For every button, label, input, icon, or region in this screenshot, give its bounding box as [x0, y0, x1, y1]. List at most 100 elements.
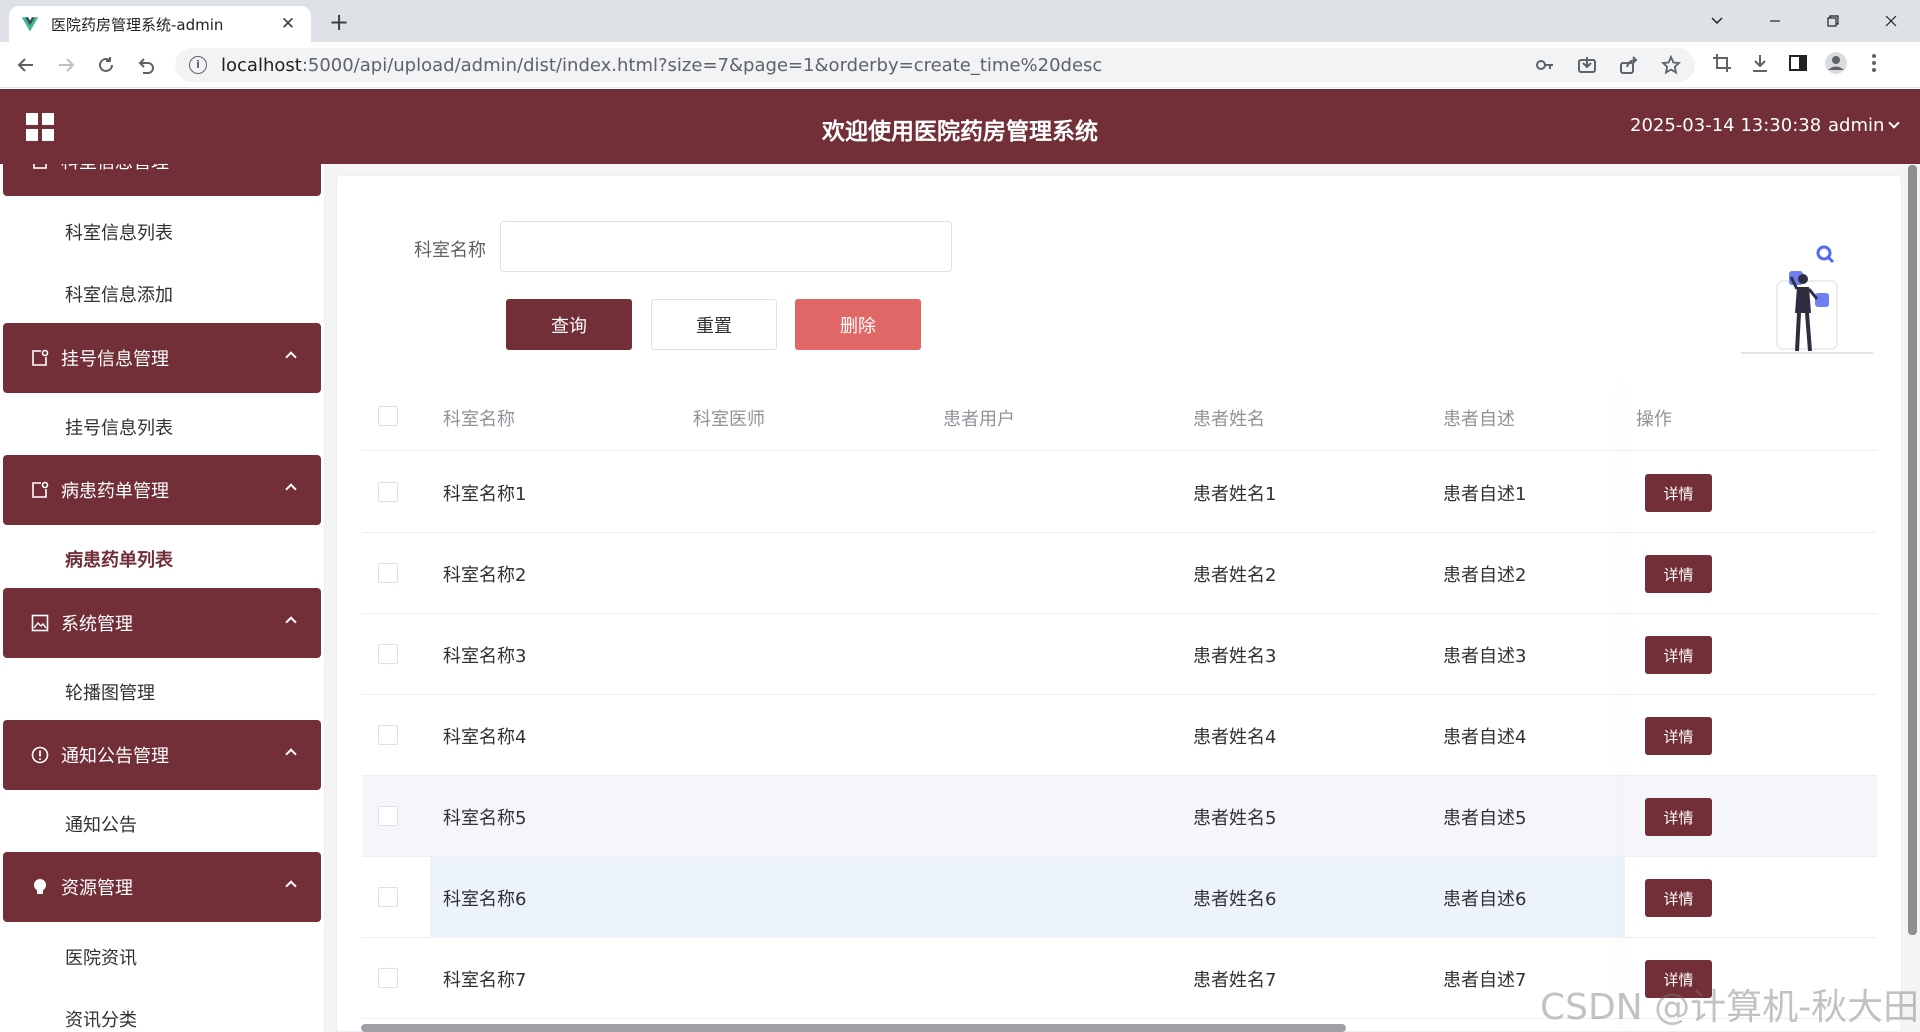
sidebar-item-registration-list[interactable]: 挂号信息列表 — [65, 414, 173, 440]
detail-button[interactable]: 详情 — [1645, 555, 1712, 593]
sidebar-item-prescription-list[interactable]: 病患药单列表 — [65, 546, 173, 572]
sidebar-item-department-list[interactable]: 科室信息列表 — [65, 219, 173, 245]
row-checkbox[interactable] — [378, 644, 398, 664]
chevron-up-icon — [285, 351, 297, 363]
lightbulb-icon — [31, 878, 49, 896]
sidebar-group-label: 通知公告管理 — [61, 746, 169, 767]
column-header[interactable]: 患者自述 — [1443, 405, 1515, 431]
cell-department: 科室名称3 — [443, 646, 527, 667]
browser-tab[interactable]: 医院药房管理系统-admin ✕ — [9, 6, 311, 42]
new-tab-icon[interactable]: + — [325, 9, 353, 37]
cell-department: 科室名称4 — [443, 727, 527, 748]
detail-button[interactable]: 详情 — [1645, 717, 1712, 755]
share-icon[interactable] — [1617, 53, 1641, 77]
user-dropdown[interactable]: admin — [1828, 115, 1898, 136]
cell-department: 科室名称2 — [443, 565, 527, 586]
cell-department: 科室名称7 — [443, 970, 527, 991]
sidebar-group-registration[interactable]: 挂号信息管理 — [3, 323, 321, 393]
select-all-checkbox[interactable] — [378, 406, 398, 426]
sidebar-item-department-add[interactable]: 科室信息添加 — [65, 281, 173, 307]
detail-button[interactable]: 详情 — [1645, 879, 1712, 917]
tab-search-icon[interactable] — [1688, 0, 1746, 42]
row-checkbox[interactable] — [378, 563, 398, 583]
table-row[interactable]: 科室名称2 患者姓名2 患者自述2 详情 — [362, 533, 1877, 614]
tab-title: 医院药房管理系统-admin — [51, 15, 224, 34]
table-header: 科室名称 科室医师 患者用户 患者姓名 患者自述 操作 — [362, 381, 1877, 451]
undo-icon[interactable] — [130, 49, 162, 81]
sidebar-group-prescription[interactable]: 病患药单管理 — [3, 455, 321, 525]
detail-button[interactable]: 详情 — [1645, 474, 1712, 512]
doc-plus-icon — [31, 349, 49, 367]
reload-icon[interactable] — [90, 49, 122, 81]
column-header[interactable]: 科室名称 — [443, 405, 515, 431]
site-info-icon[interactable]: i — [189, 56, 207, 74]
image-icon — [31, 614, 49, 632]
sidebar-item-notice[interactable]: 通知公告 — [65, 811, 137, 837]
chevron-up-icon — [285, 616, 297, 628]
table-row[interactable]: 科室名称1 患者姓名1 患者自述1 详情 — [362, 452, 1877, 533]
chevron-up-icon — [285, 748, 297, 760]
key-icon[interactable] — [1533, 53, 1557, 77]
column-header[interactable]: 科室医师 — [693, 405, 765, 431]
bookmark-star-icon[interactable] — [1659, 53, 1683, 77]
department-name-input[interactable] — [500, 221, 952, 272]
cell-patient-desc: 患者自述7 — [1443, 970, 1527, 991]
row-checkbox[interactable] — [378, 887, 398, 907]
search-label: 科室名称 — [414, 240, 486, 261]
table-row[interactable]: 科室名称4 患者姓名4 患者自述4 详情 — [362, 695, 1877, 776]
column-header: 操作 — [1636, 409, 1672, 430]
sidebar-group-notice[interactable]: 通知公告管理 — [3, 720, 321, 790]
cell-department: 科室名称6 — [443, 889, 527, 910]
download-icon[interactable] — [1748, 51, 1772, 75]
url-text: localhost:5000/api/upload/admin/dist/ind… — [221, 55, 1102, 76]
row-checkbox[interactable] — [378, 725, 398, 745]
side-panel-icon[interactable] — [1786, 51, 1810, 75]
warning-circle-icon — [31, 746, 49, 764]
row-checkbox[interactable] — [378, 968, 398, 988]
table-row[interactable]: 科室名称3 患者姓名3 患者自述3 详情 — [362, 614, 1877, 695]
back-icon[interactable] — [10, 49, 42, 81]
delete-button[interactable]: 删除 — [795, 299, 921, 350]
forward-icon[interactable] — [50, 49, 82, 81]
sidebar-group-label: 科室信息管理 — [61, 164, 169, 174]
app-header: 欢迎使用医院药房管理系统 2025-03-14 13:30:38 admin — [0, 89, 1920, 164]
detail-button[interactable]: 详情 — [1645, 636, 1712, 674]
detail-button[interactable]: 详情 — [1645, 798, 1712, 836]
vertical-scrollbar[interactable] — [1908, 165, 1917, 935]
url-host: localhost — [221, 54, 302, 76]
horizontal-scrollbar[interactable] — [361, 1024, 1346, 1032]
sidebar-item-carousel[interactable]: 轮播图管理 — [65, 679, 155, 705]
table-row[interactable]: 科室名称5 患者姓名5 患者自述5 详情 — [362, 776, 1877, 857]
table-row[interactable]: 科室名称6 患者姓名6 患者自述6 详情 — [362, 857, 1877, 938]
sidebar: 科室信息管理 科室信息列表 科室信息添加 挂号信息管理 挂号信息列表 病患药单管… — [0, 164, 325, 1032]
cell-department: 科室名称1 — [443, 484, 527, 505]
restore-icon[interactable] — [1804, 0, 1862, 42]
install-app-icon[interactable] — [1575, 53, 1599, 77]
crop-icon[interactable] — [1710, 51, 1734, 75]
column-header[interactable]: 患者用户 — [943, 405, 1015, 431]
cell-patient-name: 患者姓名2 — [1193, 565, 1277, 586]
cell-patient-name: 患者姓名5 — [1193, 808, 1277, 829]
more-menu-icon[interactable] — [1862, 51, 1886, 75]
sidebar-group-system[interactable]: 系统管理 — [3, 588, 321, 658]
close-window-icon[interactable] — [1862, 0, 1920, 42]
browser-toolbar: i localhost:5000/api/upload/admin/dist/i… — [0, 42, 1920, 88]
row-checkbox[interactable] — [378, 482, 398, 502]
cell-patient-name: 患者姓名6 — [1193, 889, 1277, 910]
row-checkbox[interactable] — [378, 806, 398, 826]
sidebar-item-news[interactable]: 医院资讯 — [65, 944, 137, 970]
sidebar-item-news-category[interactable]: 资讯分类 — [65, 1006, 137, 1032]
sidebar-group-department[interactable]: 科室信息管理 — [3, 164, 321, 196]
address-bar[interactable]: i localhost:5000/api/upload/admin/dist/i… — [175, 48, 1695, 82]
sidebar-group-resources[interactable]: 资源管理 — [3, 852, 321, 922]
tab-close-icon[interactable]: ✕ — [277, 14, 299, 34]
doc-icon — [31, 164, 49, 170]
reset-button[interactable]: 重置 — [651, 299, 777, 350]
cell-patient-desc: 患者自述3 — [1443, 646, 1527, 667]
minimize-icon[interactable] — [1746, 0, 1804, 42]
cell-patient-name: 患者姓名1 — [1193, 484, 1277, 505]
url-path: :5000/api/upload/admin/dist/index.html?s… — [301, 54, 1103, 76]
profile-icon[interactable] — [1824, 51, 1848, 75]
column-header[interactable]: 患者姓名 — [1193, 405, 1265, 431]
query-button[interactable]: 查询 — [506, 299, 632, 350]
